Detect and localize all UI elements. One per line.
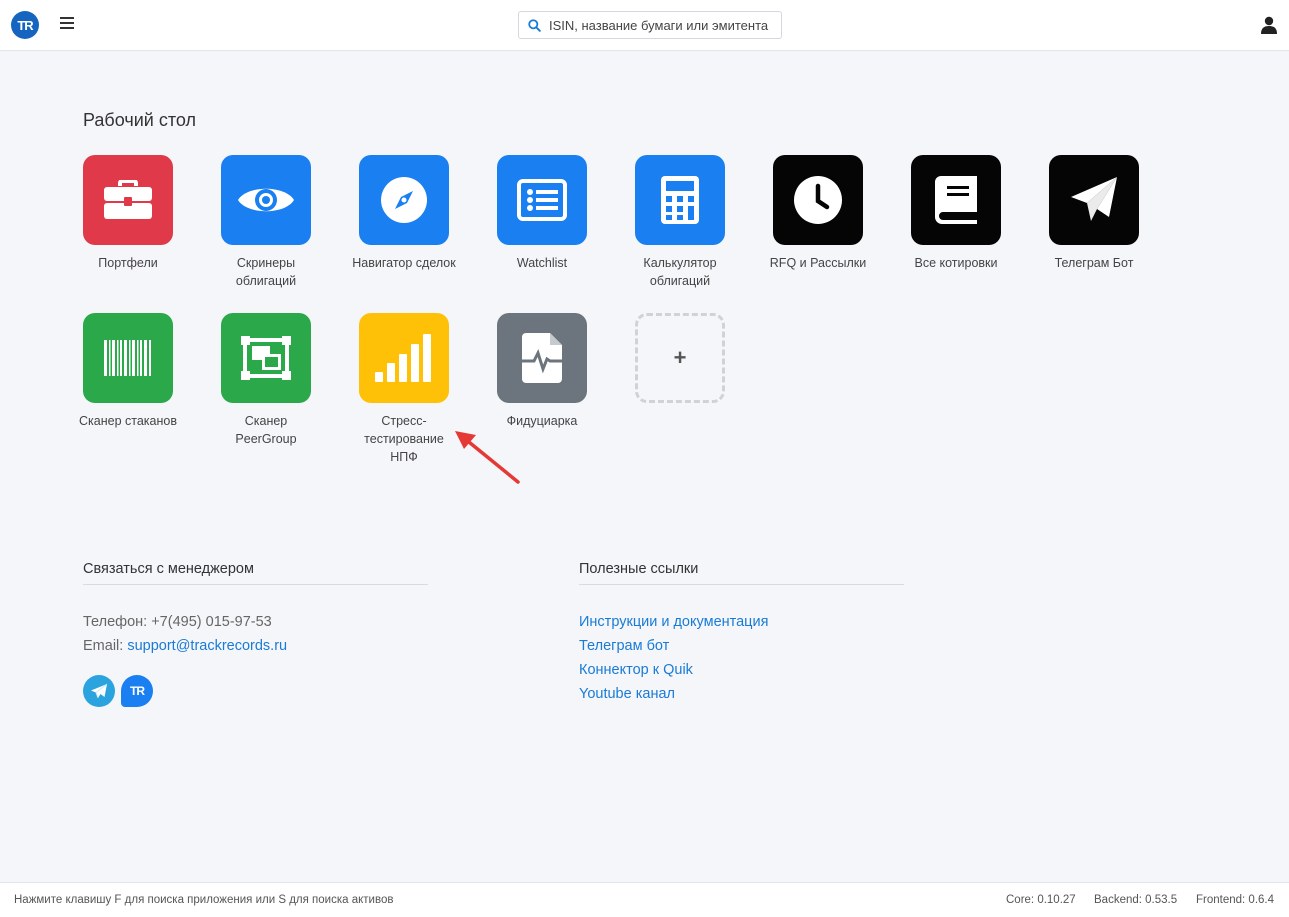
- app-tile[interactable]: [221, 313, 311, 403]
- app-deal-navigator[interactable]: Навигатор сделок: [344, 155, 464, 272]
- app-label: Телеграм Бот: [1054, 256, 1134, 270]
- barcode-icon: [104, 340, 151, 376]
- status-bar: Нажмите клавишу F для поиска приложения …: [0, 882, 1289, 917]
- menu-icon[interactable]: [60, 17, 74, 31]
- app-label: Сканер стаканов: [79, 414, 177, 428]
- app-tile[interactable]: [497, 313, 587, 403]
- chat-icon[interactable]: TR: [121, 675, 153, 707]
- user-icon[interactable]: [1261, 16, 1277, 34]
- app-fiduciary[interactable]: Фидуциарка: [482, 313, 602, 430]
- app-all-quotes[interactable]: Все котировки: [896, 155, 1016, 272]
- app-tile[interactable]: [359, 313, 449, 403]
- app-logo[interactable]: TR: [11, 11, 39, 39]
- app-label: Все котировки: [914, 256, 998, 270]
- compass-icon: [381, 177, 427, 223]
- app-tile[interactable]: [497, 155, 587, 245]
- link-docs[interactable]: Инструкции и документация: [579, 614, 768, 630]
- top-bar: TR: [0, 0, 1289, 51]
- app-npf-stress-test[interactable]: Стресс-тестирование НПФ: [344, 313, 464, 466]
- links-title: Полезные ссылки: [579, 561, 904, 585]
- app-portfolios[interactable]: Портфели: [68, 155, 188, 272]
- app-label: Сканер PeerGroup: [235, 414, 297, 446]
- contacts-title: Связаться с менеджером: [83, 561, 428, 585]
- email-label: Email:: [83, 638, 124, 654]
- app-label: Навигатор сделок: [352, 256, 456, 270]
- search-box[interactable]: [518, 11, 782, 39]
- app-label: Стресс-тестирование НПФ: [364, 414, 444, 464]
- desktop-title: Рабочий стол: [83, 110, 196, 130]
- app-label: Портфели: [98, 256, 158, 270]
- app-tile[interactable]: [1049, 155, 1139, 245]
- email-link[interactable]: support@trackrecords.ru: [127, 638, 287, 654]
- phone-label: Телефон:: [83, 614, 148, 630]
- add-app-button[interactable]: +: [635, 313, 725, 403]
- core-version: Core: 0.10.27: [1006, 894, 1076, 906]
- link-telegram-bot[interactable]: Телеграм бот: [579, 638, 669, 654]
- list-icon: [517, 179, 567, 221]
- briefcase-icon: [104, 180, 152, 219]
- app-label: RFQ и Рассылки: [769, 256, 867, 270]
- app-label: Watchlist: [516, 256, 568, 270]
- chat-logo-text: TR: [130, 684, 145, 698]
- annotation-arrow-icon: [455, 431, 520, 484]
- book-icon: [935, 176, 977, 224]
- shortcut-hint: Нажмите клавишу F для поиска приложения …: [14, 894, 394, 906]
- app-peergroup-scanner[interactable]: Сканер PeerGroup: [206, 313, 326, 448]
- telegram-icon[interactable]: [83, 675, 115, 707]
- eye-icon: [238, 188, 294, 212]
- phone-value: +7(495) 015-97-53: [151, 614, 272, 630]
- link-youtube[interactable]: Youtube канал: [579, 686, 675, 702]
- app-label: Скринеры облигаций: [235, 256, 297, 288]
- object-group-icon: [241, 336, 291, 380]
- app-tile[interactable]: [635, 155, 725, 245]
- add-app[interactable]: +: [620, 313, 740, 403]
- clock-icon: [794, 176, 842, 224]
- app-tile[interactable]: [911, 155, 1001, 245]
- signal-bars-icon: [375, 334, 431, 382]
- app-tile[interactable]: [359, 155, 449, 245]
- file-pulse-icon: [522, 333, 562, 383]
- app-orderbook-scanner[interactable]: Сканер стаканов: [68, 313, 188, 430]
- app-rfq-mailing[interactable]: RFQ и Рассылки: [758, 155, 878, 272]
- phone-line: Телефон: +7(495) 015-97-53: [83, 614, 272, 630]
- app-tile[interactable]: [221, 155, 311, 245]
- search-icon: [528, 18, 541, 32]
- app-label: Калькулятор облигаций: [643, 256, 717, 288]
- app-tile[interactable]: [83, 313, 173, 403]
- app-watchlist[interactable]: Watchlist: [482, 155, 602, 272]
- app-tile[interactable]: [83, 155, 173, 245]
- frontend-version: Frontend: 0.6.4: [1196, 894, 1274, 906]
- app-bond-screeners[interactable]: Скринеры облигаций: [206, 155, 326, 290]
- calculator-icon: [661, 176, 699, 224]
- backend-version: Backend: 0.53.5: [1094, 894, 1178, 906]
- link-quik-connector[interactable]: Коннектор к Quik: [579, 662, 693, 678]
- email-line: Email: support@trackrecords.ru: [83, 638, 287, 654]
- paper-plane-icon: [1071, 177, 1117, 221]
- app-tile[interactable]: [773, 155, 863, 245]
- app-bond-calculator[interactable]: Калькулятор облигаций: [620, 155, 740, 290]
- search-input[interactable]: [549, 17, 777, 33]
- app-telegram-bot[interactable]: Телеграм Бот: [1034, 155, 1154, 272]
